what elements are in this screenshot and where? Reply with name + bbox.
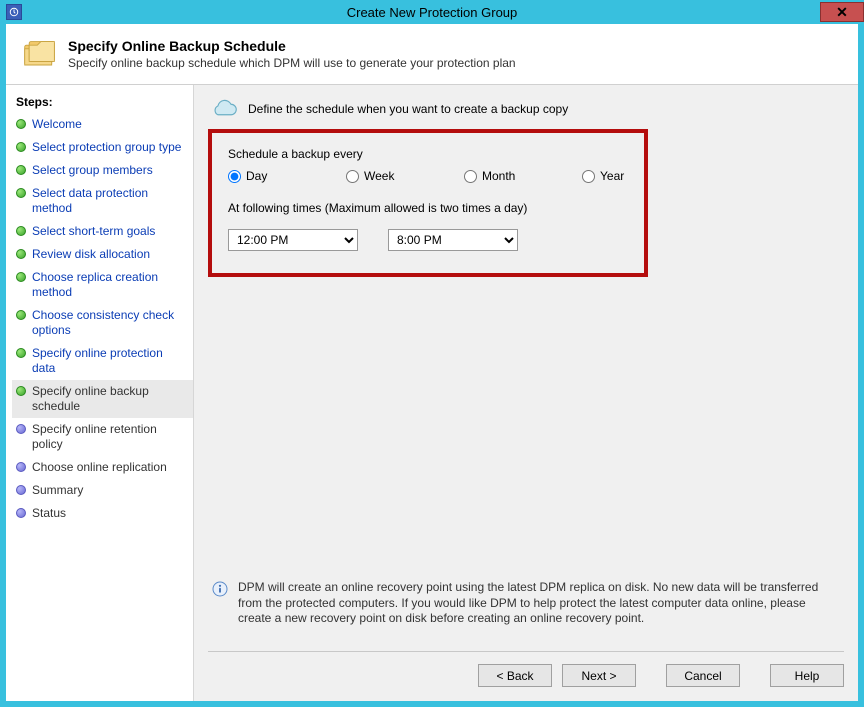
info-row: DPM will create an online recovery point… bbox=[208, 580, 844, 627]
step-item[interactable]: Welcome bbox=[12, 113, 193, 136]
window-title: Create New Protection Group bbox=[0, 5, 864, 20]
step-bullet-icon bbox=[16, 226, 26, 236]
time-selects-row: 12:00 PM 8:00 PM bbox=[228, 229, 628, 251]
step-bullet-icon bbox=[16, 119, 26, 129]
step-item: Status bbox=[12, 502, 193, 525]
step-bullet-icon bbox=[16, 508, 26, 518]
step-bullet-icon bbox=[16, 485, 26, 495]
radio-day-label: Day bbox=[246, 169, 267, 183]
schedule-box: Schedule a backup every Day Week Month bbox=[208, 129, 648, 277]
titlebar: Create New Protection Group ✕ bbox=[0, 0, 864, 24]
step-bullet-icon bbox=[16, 188, 26, 198]
step-bullet-icon bbox=[16, 348, 26, 358]
times-label: At following times (Maximum allowed is t… bbox=[228, 201, 628, 215]
close-button[interactable]: ✕ bbox=[820, 2, 864, 22]
radio-day[interactable]: Day bbox=[228, 169, 346, 183]
close-icon: ✕ bbox=[836, 4, 848, 21]
step-bullet-icon bbox=[16, 142, 26, 152]
step-item[interactable]: Select group members bbox=[12, 159, 193, 182]
time-select-2[interactable]: 8:00 PM bbox=[388, 229, 518, 251]
step-label: Choose replica creation method bbox=[32, 270, 187, 300]
radio-month-input[interactable] bbox=[464, 170, 477, 183]
schedule-label: Schedule a backup every bbox=[228, 147, 628, 161]
step-bullet-icon bbox=[16, 249, 26, 259]
step-item[interactable]: Choose consistency check options bbox=[12, 304, 193, 342]
help-button[interactable]: Help bbox=[770, 664, 844, 687]
cloud-icon bbox=[210, 99, 238, 119]
radio-week[interactable]: Week bbox=[346, 169, 464, 183]
step-item[interactable]: Specify online protection data bbox=[12, 342, 193, 380]
step-label: Choose consistency check options bbox=[32, 308, 187, 338]
step-bullet-icon bbox=[16, 386, 26, 396]
step-label: Specify online retention policy bbox=[32, 422, 187, 452]
radio-year-input[interactable] bbox=[582, 170, 595, 183]
steps-sidebar: Steps: Welcome Select protection group ty… bbox=[6, 85, 194, 701]
info-text: DPM will create an online recovery point… bbox=[238, 580, 840, 627]
info-icon bbox=[212, 581, 228, 597]
define-text: Define the schedule when you want to cre… bbox=[248, 102, 568, 116]
cancel-button[interactable]: Cancel bbox=[666, 664, 740, 687]
step-item[interactable]: Select protection group type bbox=[12, 136, 193, 159]
radio-week-label: Week bbox=[364, 169, 394, 183]
step-item[interactable]: Select data protection method bbox=[12, 182, 193, 220]
step-label: Specify online protection data bbox=[32, 346, 187, 376]
step-label: Select group members bbox=[32, 163, 153, 178]
page-header: Specify Online Backup Schedule Specify o… bbox=[6, 24, 858, 85]
wizard-body: Steps: Welcome Select protection group ty… bbox=[6, 85, 858, 701]
step-bullet-icon bbox=[16, 310, 26, 320]
radio-day-input[interactable] bbox=[228, 170, 241, 183]
step-label: Review disk allocation bbox=[32, 247, 150, 262]
frequency-radio-group: Day Week Month Year bbox=[228, 169, 628, 183]
step-label: Summary bbox=[32, 483, 83, 498]
step-item[interactable]: Review disk allocation bbox=[12, 243, 193, 266]
steps-heading: Steps: bbox=[12, 93, 193, 113]
step-bullet-icon bbox=[16, 424, 26, 434]
step-label: Select protection group type bbox=[32, 140, 181, 155]
step-item[interactable]: Select short-term goals bbox=[12, 220, 193, 243]
step-label: Select data protection method bbox=[32, 186, 187, 216]
radio-month[interactable]: Month bbox=[464, 169, 582, 183]
step-label: Choose online replication bbox=[32, 460, 167, 475]
next-button[interactable]: Next > bbox=[562, 664, 636, 687]
step-bullet-icon bbox=[16, 272, 26, 282]
step-label: Welcome bbox=[32, 117, 82, 132]
step-bullet-icon bbox=[16, 462, 26, 472]
time-select-1[interactable]: 12:00 PM bbox=[228, 229, 358, 251]
app-icon bbox=[6, 4, 22, 20]
step-item[interactable]: Choose replica creation method bbox=[12, 266, 193, 304]
radio-year-label: Year bbox=[600, 169, 624, 183]
folder-icon bbox=[22, 38, 58, 70]
step-item: Choose online replication bbox=[12, 456, 193, 479]
page-subtitle: Specify online backup schedule which DPM… bbox=[68, 56, 516, 70]
main-panel: Define the schedule when you want to cre… bbox=[194, 85, 858, 701]
back-button[interactable]: < Back bbox=[478, 664, 552, 687]
radio-week-input[interactable] bbox=[346, 170, 359, 183]
step-label: Status bbox=[32, 506, 66, 521]
step-label: Select short-term goals bbox=[32, 224, 155, 239]
step-item: Specify online retention policy bbox=[12, 418, 193, 456]
radio-year[interactable]: Year bbox=[582, 169, 624, 183]
step-label: Specify online backup schedule bbox=[32, 384, 187, 414]
step-item: Specify online backup schedule bbox=[12, 380, 193, 418]
page-title: Specify Online Backup Schedule bbox=[68, 38, 516, 54]
step-bullet-icon bbox=[16, 165, 26, 175]
radio-month-label: Month bbox=[482, 169, 515, 183]
wizard-window: Create New Protection Group ✕ Specify On… bbox=[0, 0, 864, 707]
step-item: Summary bbox=[12, 479, 193, 502]
define-row: Define the schedule when you want to cre… bbox=[208, 95, 844, 129]
button-bar: < Back Next > Cancel Help bbox=[208, 651, 844, 687]
